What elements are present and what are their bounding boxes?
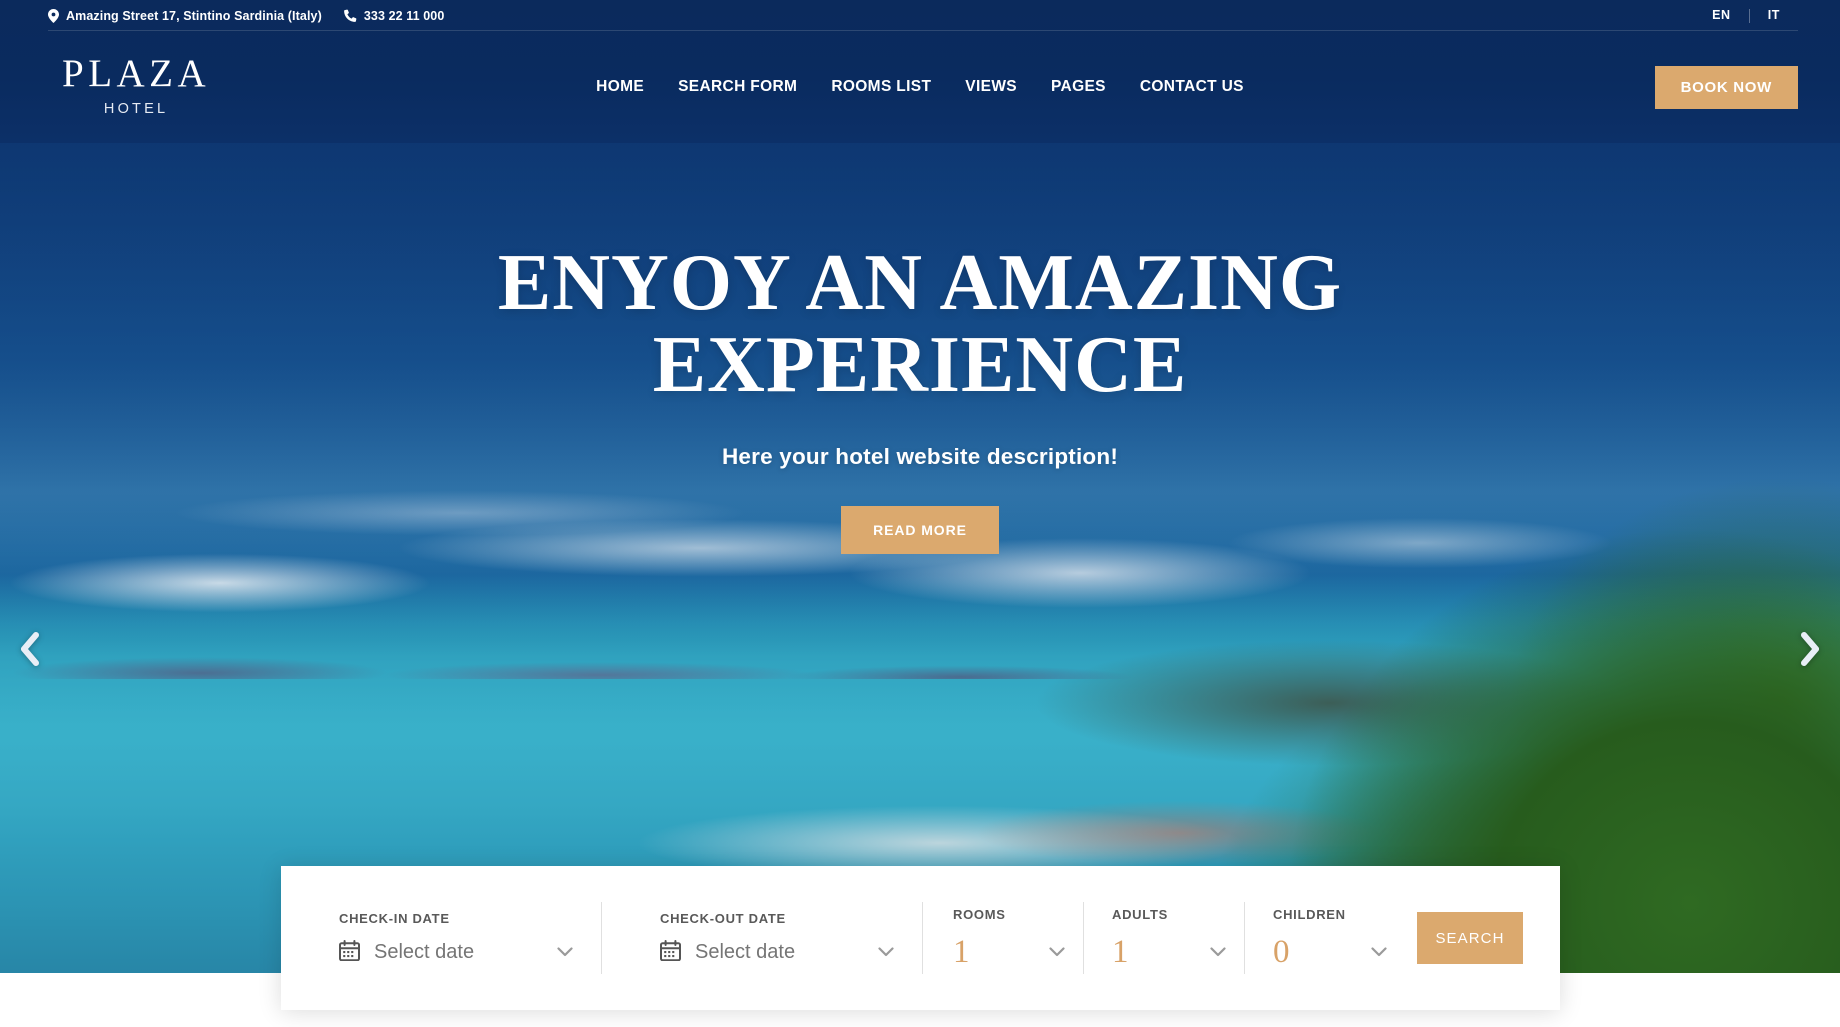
main-navbar: PLAZA HOTEL HOME SEARCH FORM ROOMS LIST …: [0, 31, 1840, 143]
checkout-date-control[interactable]: [660, 939, 922, 966]
adults-field[interactable]: ADULTS 1: [1084, 866, 1244, 1010]
slider-next-button[interactable]: [1788, 627, 1834, 673]
read-more-button[interactable]: READ MORE: [841, 506, 999, 555]
primary-navigation: HOME SEARCH FORM ROOMS LIST VIEWS PAGES …: [579, 68, 1261, 106]
hero-subtitle: Here your hotel website description!: [721, 444, 1119, 470]
chevron-down-icon[interactable]: [1049, 944, 1065, 962]
book-now-button[interactable]: BOOK NOW: [1654, 65, 1798, 109]
checkout-date-label: CHECK-OUT DATE: [660, 910, 786, 926]
slider-prev-button[interactable]: [6, 627, 52, 673]
checkin-date-field[interactable]: CHECK-IN DATE: [281, 866, 601, 1010]
hero-title-line-2: EXPERIENCE: [652, 320, 1188, 409]
children-field[interactable]: CHILDREN 0: [1245, 866, 1405, 1010]
nav-item-views[interactable]: VIEWS: [948, 68, 1034, 106]
children-label: CHILDREN: [1273, 907, 1346, 922]
adults-control[interactable]: 1: [1112, 936, 1244, 969]
phone-icon: [343, 9, 357, 22]
checkin-date-label: CHECK-IN DATE: [339, 910, 450, 926]
hero-title-line-1: ENYOY AN AMAZING: [497, 239, 1343, 327]
address-text: Amazing Street 17, Stintino Sardinia (It…: [66, 8, 322, 23]
rooms-label: ROOMS: [953, 907, 1006, 922]
nav-item-search-form[interactable]: SEARCH FORM: [661, 68, 814, 106]
location-pin-icon: [48, 8, 59, 23]
language-link-en[interactable]: EN: [1694, 9, 1749, 22]
phone-item[interactable]: 333 22 11 000: [343, 8, 445, 23]
checkout-date-field[interactable]: CHECK-OUT DATE: [602, 866, 922, 1010]
site-logo[interactable]: PLAZA HOTEL: [58, 54, 210, 121]
page-root: Amazing Street 17, Stintino Sardinia (It…: [0, 0, 1840, 1027]
adults-label: ADULTS: [1112, 907, 1168, 922]
nav-item-contact-us[interactable]: CONTACT US: [1123, 68, 1261, 106]
chevron-down-icon[interactable]: [878, 944, 894, 962]
children-control[interactable]: 0: [1273, 936, 1405, 969]
children-value: 0: [1273, 934, 1290, 970]
calendar-icon: [660, 939, 681, 966]
site-header: Amazing Street 17, Stintino Sardinia (It…: [0, 0, 1840, 143]
language-switcher: EN IT: [1694, 8, 1798, 23]
logo-primary-text: PLAZA: [62, 51, 211, 95]
language-link-it[interactable]: IT: [1750, 9, 1798, 22]
nav-item-home[interactable]: HOME: [579, 68, 661, 106]
hero-content: ENYOY AN AMAZING EXPERIENCE Here your ho…: [0, 143, 1840, 555]
topbar: Amazing Street 17, Stintino Sardinia (It…: [0, 0, 1840, 31]
booking-search-bar: CHECK-IN DATE Select date CHECK-OUT DATE…: [281, 866, 1560, 1010]
checkin-date-input[interactable]: [374, 941, 524, 964]
nav-item-pages[interactable]: PAGES: [1034, 68, 1123, 106]
checkin-date-control[interactable]: [339, 939, 601, 966]
search-button[interactable]: SEARCH: [1417, 912, 1523, 964]
rooms-control[interactable]: 1: [953, 936, 1083, 969]
rooms-field[interactable]: ROOMS 1: [923, 866, 1083, 1010]
chevron-down-icon[interactable]: [557, 944, 573, 962]
search-button-wrapper: SEARCH: [1405, 866, 1523, 1010]
checkout-date-input[interactable]: [695, 941, 845, 964]
hero-title: ENYOY AN AMAZING EXPERIENCE: [360, 242, 1480, 409]
phone-text: 333 22 11 000: [363, 8, 445, 23]
chevron-right-icon: [1800, 631, 1822, 669]
rooms-value: 1: [953, 934, 970, 970]
adults-value: 1: [1112, 934, 1129, 970]
calendar-icon: [339, 939, 360, 966]
hero-slider: ENYOY AN AMAZING EXPERIENCE Here your ho…: [0, 143, 1840, 973]
topbar-contact-group: Amazing Street 17, Stintino Sardinia (It…: [48, 8, 445, 23]
logo-secondary-text: HOTEL: [103, 100, 169, 117]
chevron-left-icon: [18, 631, 40, 669]
address-item: Amazing Street 17, Stintino Sardinia (It…: [48, 8, 322, 23]
chevron-down-icon[interactable]: [1210, 944, 1226, 962]
chevron-down-icon[interactable]: [1371, 944, 1387, 962]
nav-item-rooms-list[interactable]: ROOMS LIST: [814, 68, 948, 106]
